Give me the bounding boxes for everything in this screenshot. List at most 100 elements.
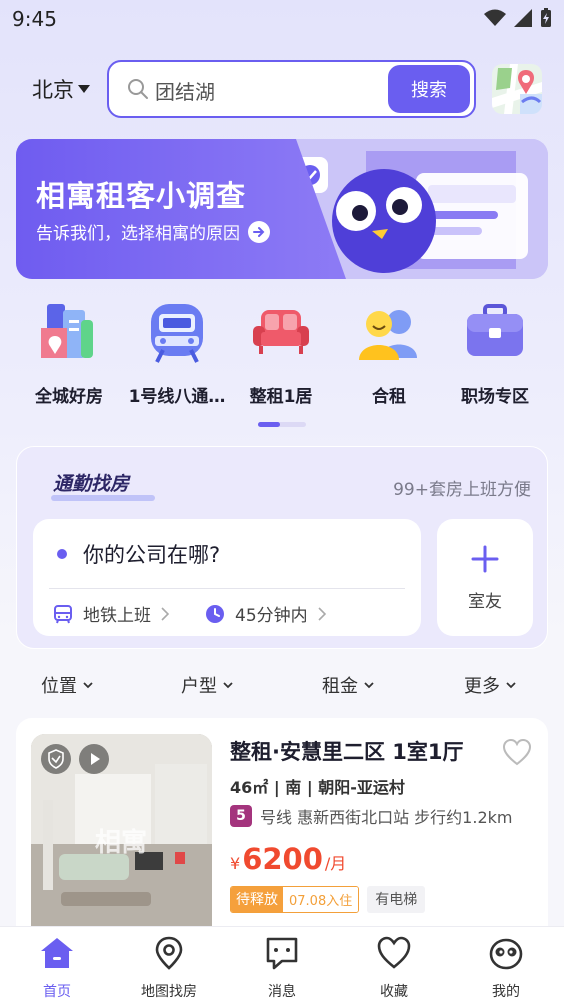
price-unit: /月 <box>324 854 347 873</box>
category-city-homes[interactable]: 全城好房 <box>14 300 124 407</box>
bus-icon <box>54 604 72 623</box>
category-line1[interactable]: 1号线八通… <box>122 300 232 407</box>
chevron-down-icon <box>364 682 374 689</box>
banner-title: 相寓租客小调查 <box>36 179 247 213</box>
listing-price: ¥ 6200 /月 <box>230 842 346 876</box>
category-scroll-indicator <box>258 422 306 427</box>
search-input[interactable]: 团结湖 <box>155 76 215 105</box>
owl-mascot-icon <box>489 938 523 970</box>
search-button[interactable]: 搜索 <box>388 65 470 113</box>
add-roommate-button[interactable]: 室友 <box>437 519 533 636</box>
status-icons <box>484 8 552 28</box>
wifi-icon <box>484 9 506 26</box>
listing-metro: 5 号线 惠新西街北口站 步行约1.2km <box>230 804 512 828</box>
category-whole-1room[interactable]: 整租1居 <box>226 300 336 407</box>
price-value: 6200 <box>242 842 323 876</box>
listing-card[interactable]: 相寓 整租·安慧里二区 1室1厅 46㎡ | 南 | 朝阳-亚运村 5 号线 惠… <box>16 718 548 938</box>
filter-label: 位置 <box>41 676 77 697</box>
commute-mode-label: 地铁上班 <box>83 606 151 626</box>
commute-count: 99+套房上班方便 <box>393 480 531 500</box>
favorite-heart-icon[interactable] <box>502 738 532 766</box>
photo-watermark: 相寓 <box>95 828 148 858</box>
briefcase-icon <box>467 304 523 356</box>
tag-elevator: 有电梯 <box>367 886 426 913</box>
battery-icon <box>541 8 551 27</box>
category-label: 1号线八通… <box>128 387 226 407</box>
commute-mode-selector[interactable]: 地铁上班 <box>53 601 169 626</box>
nav-label: 收藏 <box>380 984 408 1000</box>
category-label: 职场专区 <box>461 387 529 407</box>
metro-line-badge: 5 <box>230 805 252 827</box>
nav-profile[interactable]: 我的 <box>461 935 551 1001</box>
listing-tags: 待释放 07.08入住 有电梯 <box>230 886 426 913</box>
company-location-card[interactable]: 你的公司在哪? 地铁上班 45分钟内 <box>33 519 421 636</box>
nav-label: 首页 <box>43 984 71 1000</box>
search-icon <box>128 79 148 99</box>
status-bar: 9:45 <box>0 0 564 40</box>
play-video-icon[interactable] <box>79 744 109 774</box>
city-label: 北京 <box>32 78 74 102</box>
filter-bar: 位置 户型 租金 更多 <box>0 672 564 698</box>
filter-layout[interactable]: 户型 <box>181 672 233 698</box>
filter-label: 租金 <box>322 676 358 697</box>
sofa-icon <box>253 310 309 354</box>
category-shared[interactable]: 合租 <box>334 300 444 407</box>
category-label: 合租 <box>372 387 406 407</box>
chat-icon <box>266 937 298 970</box>
location-dot <box>57 549 67 559</box>
category-label: 整租1居 <box>249 387 313 407</box>
subway-icon <box>151 304 203 363</box>
nav-home[interactable]: 首页 <box>12 935 102 1001</box>
arrow-right-icon <box>248 220 270 243</box>
nav-messages[interactable]: 消息 <box>237 935 327 1001</box>
commute-duration-label: 45分钟内 <box>235 606 308 626</box>
category-row: 全城好房 1号线八通… 整租1居 合租 职场专区 <box>0 300 564 410</box>
roommate-label: 室友 <box>468 592 502 612</box>
bottom-nav: 首页 地图找房 消息 收藏 我的 <box>0 926 564 1004</box>
listing-photo[interactable]: 相寓 <box>31 734 212 938</box>
chevron-down-icon <box>506 682 516 689</box>
caret-down-icon <box>78 85 90 93</box>
banner-subtitle-text: 告诉我们，选择相寓的原因 <box>36 224 240 244</box>
chevron-down-icon <box>223 682 233 689</box>
tag-status: 待释放 <box>231 887 283 912</box>
people-icon <box>359 310 417 360</box>
clock-icon <box>206 604 224 623</box>
nav-label: 消息 <box>268 984 296 1000</box>
filter-label: 更多 <box>464 676 500 697</box>
heart-icon <box>377 936 411 969</box>
banner-subtitle: 告诉我们，选择相寓的原因 <box>36 219 270 244</box>
chevron-down-icon <box>83 682 93 689</box>
nav-map[interactable]: 地图找房 <box>124 935 214 1001</box>
listing-meta: 46㎡ | 南 | 朝阳-亚运村 <box>230 778 405 797</box>
survey-banner[interactable]: 相寓租客小调查 告诉我们，选择相寓的原因 <box>16 139 548 279</box>
listing-title: 整租·安慧里二区 1室1厅 <box>230 740 464 764</box>
chevron-right-icon <box>318 606 326 621</box>
signal-icon <box>514 9 532 27</box>
commute-title: 通勤找房 <box>53 473 130 495</box>
city-selector[interactable]: 北京 <box>32 74 90 104</box>
location-pin-icon <box>155 936 183 970</box>
metro-text: 号线 惠新西街北口站 步行约1.2km <box>260 808 513 827</box>
nav-favorites[interactable]: 收藏 <box>349 935 439 1001</box>
buildings-icon <box>41 304 93 358</box>
category-label: 全城好房 <box>35 387 103 407</box>
chevron-right-icon <box>161 606 169 621</box>
filter-location[interactable]: 位置 <box>41 672 93 698</box>
filter-label: 户型 <box>181 676 217 697</box>
divider <box>49 588 405 589</box>
filter-rent[interactable]: 租金 <box>322 672 374 698</box>
status-time: 9:45 <box>12 7 57 31</box>
nav-label: 我的 <box>492 984 520 1000</box>
tag-date: 07.08入住 <box>283 887 359 912</box>
home-icon <box>41 938 73 968</box>
category-workplace[interactable]: 职场专区 <box>440 300 550 407</box>
commute-card: 通勤找房 99+套房上班方便 你的公司在哪? 地铁上班 45分钟内 室友 <box>16 446 548 649</box>
map-button[interactable] <box>492 64 542 114</box>
filter-more[interactable]: 更多 <box>464 672 516 698</box>
price-currency: ¥ <box>230 854 241 873</box>
search-box[interactable]: 团结湖 搜索 <box>107 60 476 118</box>
map-icon <box>492 64 542 114</box>
commute-duration-selector[interactable]: 45分钟内 <box>205 601 326 626</box>
nav-label: 地图找房 <box>141 984 197 1000</box>
